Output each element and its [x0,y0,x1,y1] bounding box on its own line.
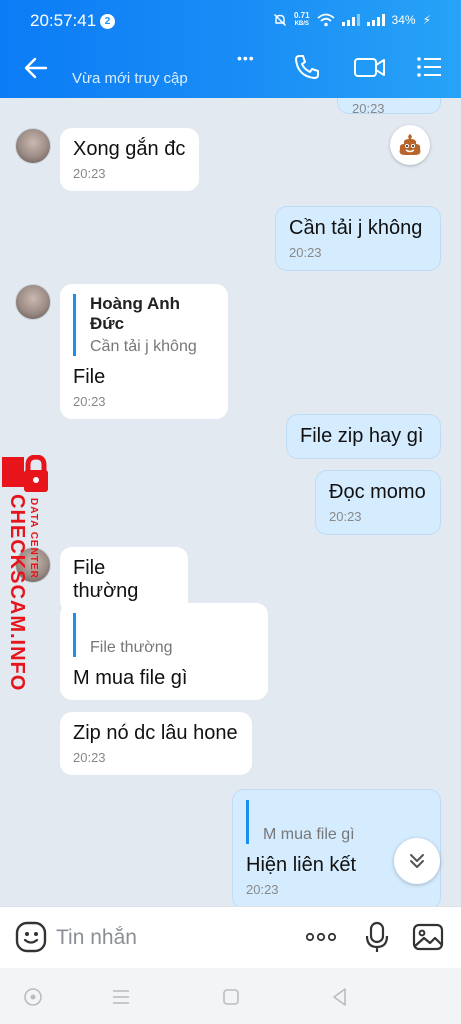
message-bubble-incoming[interactable]: Xong gắn đc 20:23 [60,128,199,191]
chat-header: ••• Vừa mới truy cập [0,40,461,98]
message-bubble-incoming-reply[interactable]: Hoàng Anh Đức Cần tải j không File 20:23 [60,284,228,419]
message-text: Đọc momo [329,481,426,503]
contact-avatar[interactable] [15,284,51,320]
mute-bell-icon [273,14,286,26]
last-seen-status: Vừa mới truy cập [72,70,188,87]
message-text: Xong gắn đc [73,138,186,160]
message-bubble-outgoing[interactable]: File zip hay gì [286,414,441,459]
back-nav-icon[interactable] [328,985,352,1009]
message-time: 20:23 [352,101,385,116]
message-text: M mua file gì [73,667,188,689]
message-bubble-incoming[interactable]: Zip nó dc lâu hone 20:23 [60,712,252,775]
message-input-bar [0,906,461,968]
quoted-message[interactable]: File thường [73,613,255,657]
watermark-subtext: DATA CENTER [28,498,39,579]
message-list[interactable]: 20:23 Xong gắn đc 20:23 Cần tải j không … [0,98,461,906]
message-time: 20:23 [329,509,362,524]
header-menu-dots[interactable]: ••• [237,50,255,66]
signal-icon-2 [366,14,385,26]
message-text: Cần tải j không [289,217,423,239]
home-nav-icon[interactable] [219,985,243,1009]
status-icons: 0.71 KB/S 34% ⚡ [273,12,431,28]
message-time: 20:23 [246,882,279,897]
quoted-text: File thường [90,639,173,656]
reaction-button[interactable] [390,125,430,165]
message-time: 20:23 [289,245,322,260]
watermark-text: CHECKSCAM.INFO [6,494,28,692]
video-call-icon[interactable] [353,52,387,82]
status-bar: 20:57:41 2 0.71 KB/S 34% ⚡ [0,0,461,40]
phone-call-icon[interactable] [292,52,322,82]
status-time: 20:57:41 [30,11,97,30]
more-options-ellipsis-icon[interactable] [303,920,339,954]
message-text: Hiện liên kết [246,854,357,876]
battery-level: 34% [391,13,416,27]
charging-icon: ⚡ [422,13,431,27]
scroll-to-bottom-button[interactable] [394,838,440,884]
wifi-icon [316,13,335,27]
top-bar: 20:57:41 2 0.71 KB/S 34% ⚡ ••• Vừa mới t… [0,0,461,98]
poop-emoji-icon [399,134,421,155]
system-navigation-bar [0,968,461,1024]
assistant-nav-icon[interactable] [21,985,45,1009]
chat-options-list-icon[interactable] [414,52,444,82]
watermark-lock-icon [2,455,48,492]
message-time: 20:23 [73,394,106,409]
message-input[interactable] [56,921,286,955]
message-text: Zip nó dc lâu hone [73,722,238,744]
message-text: File zip hay gì [300,425,424,447]
quoted-message[interactable]: M mua file gì [246,800,427,844]
message-bubble-outgoing[interactable]: Đọc momo 20:23 [315,470,441,535]
contact-avatar[interactable] [15,128,51,164]
notification-count-badge: 2 [100,14,115,29]
quoted-message[interactable]: Hoàng Anh Đức Cần tải j không [73,294,215,356]
double-chevron-down-icon [410,854,424,868]
sticker-smiley-icon[interactable] [14,920,48,954]
back-arrow-icon[interactable] [20,52,52,84]
network-speed-unit: KB/S [294,21,309,27]
message-time: 20:23 [73,166,106,181]
quoted-author: Hoàng Anh Đức [90,294,181,333]
message-time: 20:23 [73,750,106,765]
network-speed: 0.71 KB/S [294,12,310,28]
message-text: File [73,366,106,388]
microphone-icon[interactable] [360,920,394,954]
menu-nav-icon[interactable] [109,985,133,1009]
message-text: File thường [73,557,139,602]
image-gallery-icon[interactable] [411,920,445,954]
message-bubble-incoming-reply[interactable]: File thường M mua file gì [60,603,268,700]
quoted-text: Cần tải j không [90,338,197,355]
network-speed-value: 0.71 [293,11,310,20]
signal-icon-1 [341,14,360,26]
message-bubble-outgoing[interactable]: 20:23 [337,98,441,116]
quoted-text: M mua file gì [263,826,355,843]
message-bubble-outgoing[interactable]: Cần tải j không 20:23 [275,206,441,271]
